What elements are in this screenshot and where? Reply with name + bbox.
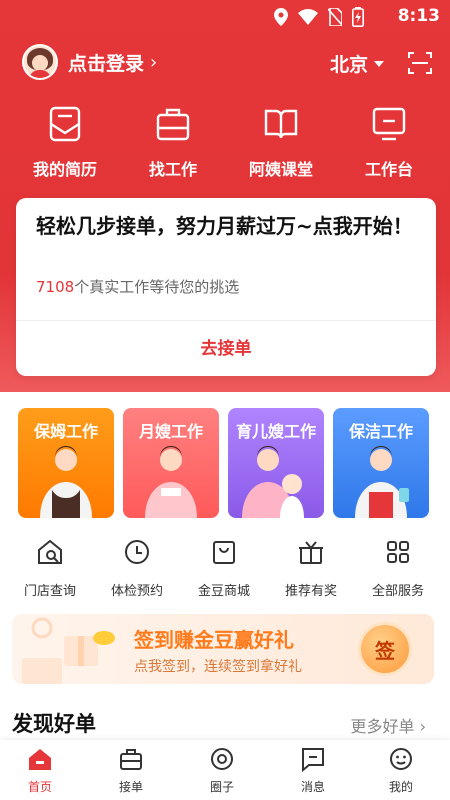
service-label: 体检预约 <box>110 584 163 599</box>
worker-photo-nanny <box>40 446 92 518</box>
service-all[interactable]: 全部服务 <box>353 538 443 599</box>
service-store-search[interactable]: 门店查询 <box>5 538 95 599</box>
store-search-icon <box>38 539 62 564</box>
service-referral[interactable]: 推荐有奖 <box>266 538 356 599</box>
tile-cleaning[interactable]: 保洁工作 <box>333 408 429 518</box>
briefcase-icon <box>120 749 142 770</box>
tile-nanny[interactable]: 保姆工作 <box>18 408 114 518</box>
service-label: 全部服务 <box>371 584 424 599</box>
tile-label: 月嫂工作 <box>138 422 203 441</box>
app-screen: 8:13 点击登录 › 北京 我的简历 找工作 阿姨课堂 工作台 轻松几步接单，… <box>0 0 450 800</box>
wifi-icon <box>298 9 318 25</box>
city-label: 北京 <box>330 54 369 76</box>
worker-photo-maternity <box>145 446 197 518</box>
tile-label: 育儿嫂工作 <box>235 422 316 441</box>
clock-time: 8:13 <box>397 6 440 26</box>
bottom-tab-bar: 首页 接单 圈子 消息 我的 <box>0 740 450 800</box>
resume-icon <box>49 106 81 142</box>
battery-charging-icon <box>352 7 364 27</box>
signin-button[interactable]: 签 <box>358 622 412 676</box>
tile-childcare[interactable]: 育儿嫂工作 <box>228 408 324 518</box>
service-label: 金豆商城 <box>197 584 250 599</box>
grid-icon <box>387 541 409 563</box>
gift-icon <box>299 541 323 564</box>
job-count-suffix: 个真实工作等待您的挑选 <box>74 278 240 296</box>
chevron-right-icon: › <box>150 51 158 73</box>
location-icon <box>274 8 288 26</box>
quick-nav-workbench[interactable]: 工作台 <box>334 104 444 180</box>
signin-subline: 点我签到，连续签到拿好礼 <box>134 659 302 675</box>
worker-photo-cleaning <box>355 446 409 518</box>
service-checkup[interactable]: 体检预约 <box>92 538 182 599</box>
message-icon <box>302 748 324 772</box>
service-label: 推荐有奖 <box>284 584 337 599</box>
quick-nav-resume[interactable]: 我的简历 <box>10 104 120 180</box>
tile-label: 保洁工作 <box>348 422 413 441</box>
quick-nav-label: 阿姨课堂 <box>248 160 313 179</box>
promo-card[interactable]: 轻松几步接单，努力月薪过万~点我开始！ 7108个真实工作等待您的挑选 去接单 <box>16 198 436 376</box>
home-icon <box>29 749 51 770</box>
clock-icon <box>125 540 149 564</box>
avatar[interactable] <box>22 44 58 80</box>
no-sim-icon <box>328 8 342 26</box>
divider <box>16 320 436 321</box>
tab-home[interactable]: 首页 <box>5 746 75 795</box>
user-face-icon <box>390 748 412 770</box>
briefcase-icon <box>156 108 190 141</box>
quick-nav-label: 找工作 <box>148 160 197 179</box>
caret-down-icon <box>374 60 385 67</box>
tab-messages[interactable]: 消息 <box>278 746 348 795</box>
status-bar: 8:13 <box>0 0 450 34</box>
more-orders-link[interactable]: 更多好单 › <box>351 713 427 737</box>
login-entry[interactable]: 点击登录 › <box>22 44 157 80</box>
scan-icon[interactable] <box>408 51 432 75</box>
login-label[interactable]: 点击登录 <box>68 49 144 76</box>
section-title: 发现好单 <box>12 712 96 736</box>
tile-maternity[interactable]: 月嫂工作 <box>123 408 219 518</box>
gift-box-illustration <box>22 617 115 684</box>
tab-label: 消息 <box>300 780 325 794</box>
job-count: 7108 <box>36 278 75 296</box>
tab-label: 我的 <box>388 780 413 794</box>
take-order-button[interactable]: 去接单 <box>16 334 436 359</box>
service-tiles: 保姆工作 月嫂工作 育儿嫂工作 保洁工作 <box>16 408 434 520</box>
discover-header: 发现好单 更多好单 › <box>12 708 438 738</box>
tile-label: 保姆工作 <box>33 422 98 441</box>
signin-banner[interactable]: 签到赚金豆赢好礼 点我签到，连续签到拿好礼 签 <box>12 614 434 684</box>
quick-nav: 我的简历 找工作 阿姨课堂 工作台 <box>0 104 450 184</box>
circle-icon <box>211 748 233 770</box>
tab-label: 首页 <box>27 780 52 794</box>
monitor-icon <box>372 107 406 141</box>
book-icon <box>264 109 298 139</box>
tab-orders[interactable]: 接单 <box>96 746 166 795</box>
quick-nav-find-job[interactable]: 找工作 <box>118 104 228 180</box>
signin-headline: 签到赚金豆赢好礼 <box>134 628 294 652</box>
city-selector[interactable]: 北京 <box>330 50 385 77</box>
status-icons <box>274 7 364 27</box>
tab-circle[interactable]: 圈子 <box>187 746 257 795</box>
tab-profile[interactable]: 我的 <box>366 746 436 795</box>
tab-label: 圈子 <box>209 780 234 794</box>
quick-nav-classroom[interactable]: 阿姨课堂 <box>226 104 336 180</box>
worker-photo-childcare <box>242 446 304 518</box>
promo-title: 轻松几步接单，努力月薪过万~点我开始！ <box>36 214 413 238</box>
service-bean-mall[interactable]: 金豆商城 <box>179 538 269 599</box>
shopping-bag-icon <box>213 541 235 564</box>
tab-label: 接单 <box>118 780 143 794</box>
service-label: 门店查询 <box>23 584 76 599</box>
services-row: 门店查询 体检预约 金豆商城 推荐有奖 全部服务 <box>0 538 450 608</box>
promo-subtitle: 7108个真实工作等待您的挑选 <box>36 276 239 297</box>
quick-nav-label: 我的简历 <box>32 160 97 179</box>
quick-nav-label: 工作台 <box>364 160 413 179</box>
